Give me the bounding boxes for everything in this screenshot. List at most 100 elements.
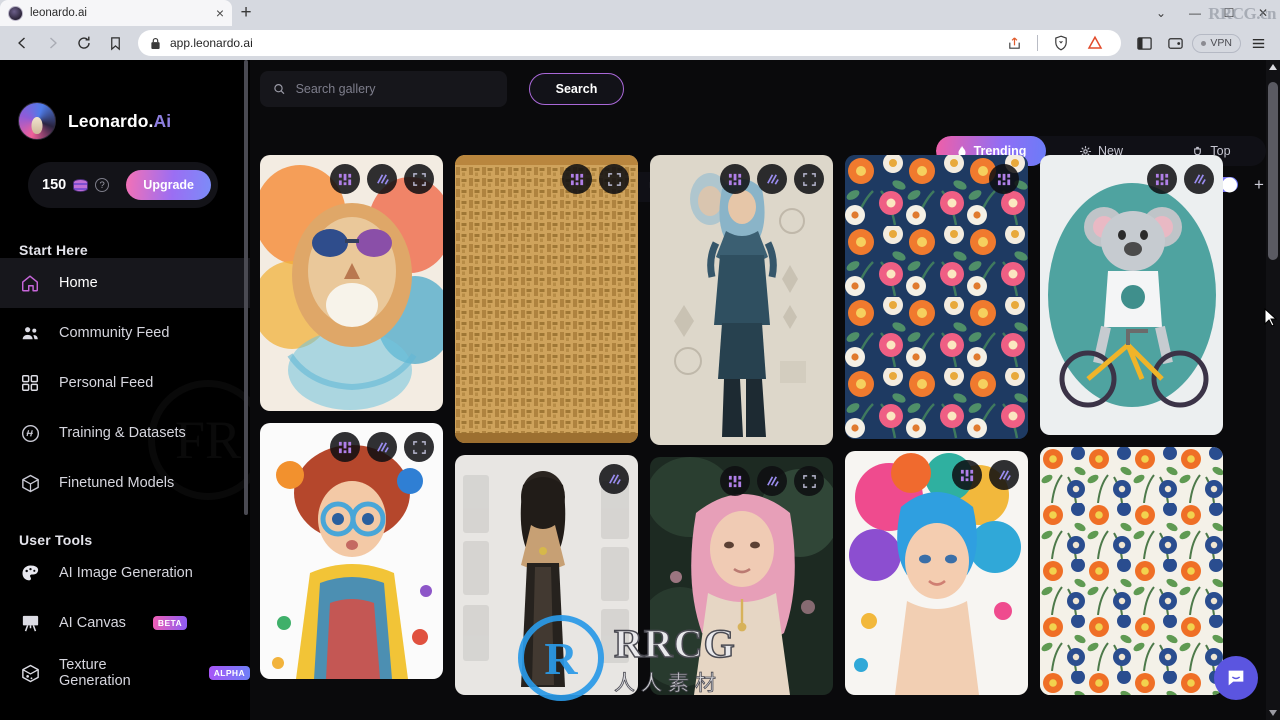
sidebar-item-community-feed[interactable]: Community Feed — [0, 308, 250, 358]
remix-icon[interactable] — [1147, 164, 1177, 194]
forward-icon[interactable] — [39, 29, 67, 57]
tab-search-icon[interactable]: ⌄ — [1144, 0, 1178, 26]
brand-logo-row[interactable]: Leonardo.Ai — [0, 60, 250, 140]
motion-icon[interactable] — [989, 460, 1019, 490]
image-gallery — [250, 155, 1263, 720]
page-scrollbar[interactable] — [1266, 60, 1280, 720]
card-action-group — [952, 460, 1019, 490]
leo-ai-icon[interactable] — [1081, 29, 1109, 57]
texture-cube-icon — [19, 662, 41, 684]
palette-icon — [19, 562, 41, 584]
omnibox-actions — [1000, 29, 1109, 57]
share-icon[interactable] — [1000, 29, 1028, 57]
sidebar-item-ai-image-generation[interactable]: AI Image Generation — [0, 548, 250, 598]
leonardo-app: FR Leonardo.Ai 150 ? Upgrade Start Here … — [0, 60, 1280, 720]
gallery-card-floral-pattern-navy[interactable] — [845, 155, 1028, 439]
scrollbar-thumb[interactable] — [1268, 82, 1278, 260]
back-icon[interactable] — [8, 29, 36, 57]
search-field-wrapper[interactable] — [260, 71, 507, 107]
sidebar-item-label: Home — [59, 275, 98, 291]
sidebar-item-training-datasets[interactable]: Training & Datasets — [0, 408, 250, 458]
search-icon — [274, 84, 285, 95]
sidebar-item-label: Training & Datasets — [59, 425, 186, 441]
remix-icon[interactable] — [562, 164, 592, 194]
remix-icon[interactable] — [720, 164, 750, 194]
motion-icon[interactable] — [757, 164, 787, 194]
cube-icon — [19, 472, 41, 494]
gallery-column — [455, 155, 638, 695]
remix-icon[interactable] — [952, 460, 982, 490]
vpn-button[interactable]: VPN — [1192, 33, 1241, 53]
card-image — [1040, 447, 1223, 695]
gallery-card-lion-watercolor[interactable] — [260, 155, 443, 411]
brand-name-main: Leonardo. — [68, 110, 154, 131]
card-action-group — [599, 464, 629, 494]
gallery-card-pink-hair-portrait[interactable] — [650, 457, 833, 695]
expand-icon[interactable] — [794, 164, 824, 194]
gallery-card-koala-bicycle[interactable] — [1040, 155, 1223, 435]
card-action-group — [720, 466, 824, 496]
upgrade-button[interactable]: Upgrade — [126, 170, 211, 200]
sidebar-item-home[interactable]: Home — [0, 258, 250, 308]
sidebar-item-finetuned-models[interactable]: Finetuned Models — [0, 458, 250, 508]
minimize-button[interactable]: — — [1178, 0, 1212, 26]
gallery-card-rainbow-hair-girl[interactable] — [845, 451, 1028, 695]
gallery-card-floral-pattern-orange[interactable] — [1040, 447, 1223, 695]
motion-icon[interactable] — [367, 432, 397, 462]
remix-icon[interactable] — [989, 164, 1019, 194]
search-input[interactable] — [295, 82, 494, 96]
browser-tab[interactable]: leonardo.ai × — [0, 0, 232, 26]
chat-bubble-icon[interactable] — [1214, 656, 1258, 700]
remix-icon[interactable] — [330, 164, 360, 194]
training-icon — [19, 422, 41, 444]
close-tab-icon[interactable]: × — [216, 6, 224, 20]
maximize-button[interactable]: ☐ — [1212, 0, 1246, 26]
sidebar-item-label: Texture Generation — [59, 657, 131, 689]
people-icon — [19, 322, 41, 344]
motion-icon[interactable] — [757, 466, 787, 496]
card-action-group — [720, 164, 824, 194]
expand-icon[interactable] — [404, 164, 434, 194]
search-button[interactable]: Search — [529, 73, 624, 105]
sidebar-toggle-icon[interactable] — [1130, 29, 1158, 57]
credits-bar: 150 ? Upgrade — [28, 162, 218, 208]
reload-icon[interactable] — [70, 29, 98, 57]
scroll-up-arrow-icon[interactable] — [1269, 64, 1277, 70]
new-tab-button[interactable]: + — [232, 0, 260, 26]
gallery-card-hieroglyph-papyrus[interactable] — [455, 155, 638, 443]
card-image — [845, 155, 1028, 439]
motion-icon[interactable] — [599, 464, 629, 494]
sidebar-item-personal-feed[interactable]: Personal Feed — [0, 358, 250, 408]
coin-stack-icon — [73, 178, 89, 192]
sidebar-item-texture-generation[interactable]: Texture Generation ALPHA — [0, 648, 250, 698]
sidebar-scrollbar[interactable] — [244, 60, 248, 515]
remix-icon[interactable] — [720, 466, 750, 496]
expand-icon[interactable] — [794, 466, 824, 496]
gallery-card-dark-fantasy-woman[interactable] — [455, 455, 638, 695]
app-sidebar: FR Leonardo.Ai 150 ? Upgrade Start Here … — [0, 60, 250, 720]
bookmark-icon[interactable] — [101, 29, 129, 57]
main-content: Search All Upscaled Trending New — [250, 60, 1280, 720]
wallet-icon[interactable] — [1161, 29, 1189, 57]
hamburger-menu-icon[interactable] — [1244, 29, 1272, 57]
grid-squares-icon — [19, 372, 41, 394]
card-image — [650, 155, 833, 445]
address-bar[interactable]: app.leonardo.ai — [138, 29, 1122, 57]
sidebar-item-ai-canvas[interactable]: AI Canvas BETA — [0, 598, 250, 648]
expand-icon[interactable] — [404, 432, 434, 462]
card-action-group — [330, 164, 434, 194]
remix-icon[interactable] — [330, 432, 360, 462]
close-window-button[interactable]: ✕ — [1246, 0, 1280, 26]
gallery-columns — [260, 155, 1263, 695]
motion-icon[interactable] — [1184, 164, 1214, 194]
motion-icon[interactable] — [367, 164, 397, 194]
expand-icon[interactable] — [599, 164, 629, 194]
gallery-column — [260, 155, 443, 695]
brave-shields-icon[interactable] — [1047, 29, 1075, 57]
gallery-card-girl-glasses-pop[interactable] — [260, 423, 443, 679]
tab-strip: leonardo.ai × + ⌄ — ☐ ✕ — [0, 0, 1280, 26]
gallery-card-blue-hair-warrior[interactable] — [650, 155, 833, 445]
question-mark-icon[interactable]: ? — [95, 178, 110, 192]
card-image — [1040, 155, 1223, 435]
scroll-down-arrow-icon[interactable] — [1269, 710, 1277, 716]
